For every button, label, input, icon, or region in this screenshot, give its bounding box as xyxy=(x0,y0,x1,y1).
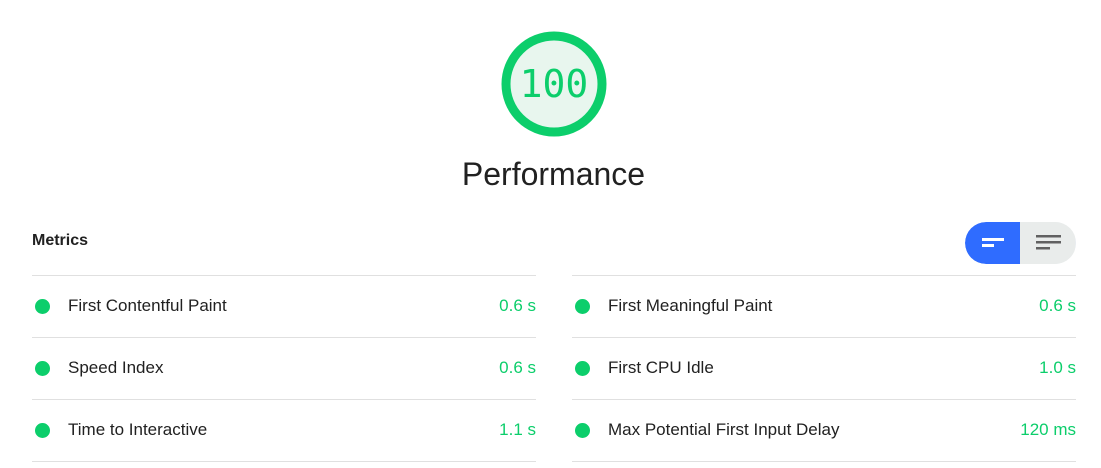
metric-value: 1.1 s xyxy=(499,420,536,439)
metric-row: Speed Index 0.6 s xyxy=(32,337,536,399)
metric-label: Speed Index xyxy=(68,358,164,377)
lighthouse-report: 100 Performance Metrics First Contentful… xyxy=(0,0,1101,468)
metrics-column-left: First Contentful Paint 0.6 s Speed Index… xyxy=(32,275,536,462)
pass-status-icon xyxy=(35,299,50,314)
category-title: Performance xyxy=(461,156,646,192)
metric-value: 1.0 s xyxy=(1039,358,1076,377)
metric-row: Max Potential First Input Delay 120 ms xyxy=(572,399,1076,462)
metric-row: First Contentful Paint 0.6 s xyxy=(32,275,536,337)
compact-lines-icon xyxy=(982,238,1004,247)
metric-value: 0.6 s xyxy=(499,358,536,377)
metric-value: 120 ms xyxy=(1020,420,1076,439)
pass-status-icon xyxy=(575,361,590,376)
pass-status-icon xyxy=(35,361,50,376)
metric-label: Max Potential First Input Delay xyxy=(608,420,840,439)
metric-row: First Meaningful Paint 0.6 s xyxy=(572,275,1076,337)
compact-view-button[interactable] xyxy=(965,222,1020,264)
pass-status-icon xyxy=(575,299,590,314)
metric-row: First CPU Idle 1.0 s xyxy=(572,337,1076,399)
score-value: 100 xyxy=(519,62,589,106)
metric-row: Time to Interactive 1.1 s xyxy=(32,399,536,462)
metric-label: First Meaningful Paint xyxy=(608,296,773,315)
metric-label: First Contentful Paint xyxy=(68,296,227,315)
metric-value: 0.6 s xyxy=(499,296,536,315)
metrics-view-toggle[interactable] xyxy=(965,222,1076,264)
metric-value: 0.6 s xyxy=(1039,296,1076,315)
expanded-view-button[interactable] xyxy=(1020,222,1075,264)
pass-status-icon xyxy=(575,423,590,438)
metric-label: First CPU Idle xyxy=(608,358,714,377)
metrics-column-right: First Meaningful Paint 0.6 s First CPU I… xyxy=(572,275,1076,462)
metrics-header: Metrics xyxy=(32,232,89,249)
pass-status-icon xyxy=(35,423,50,438)
performance-score-gauge[interactable]: 100 xyxy=(499,29,609,139)
metric-label: Time to Interactive xyxy=(68,420,208,439)
expanded-lines-icon xyxy=(1036,235,1061,250)
